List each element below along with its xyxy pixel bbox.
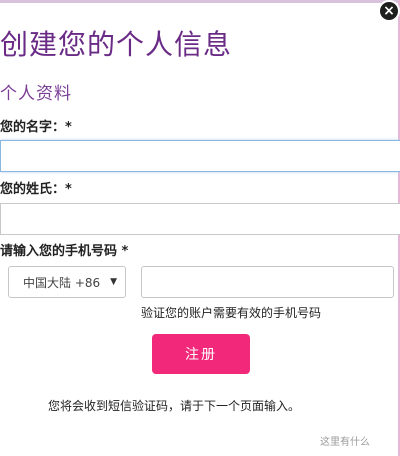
first-name-label: 您的名字：* (0, 120, 72, 135)
signup-dialog: × 创建您的个人信息 个人资料 您的名字：* 您的姓氏：* 请输入您的手机号码 … (0, 0, 400, 456)
first-name-field[interactable] (0, 140, 400, 172)
chevron-down-icon: ▼ (110, 277, 117, 287)
top-border (0, 0, 400, 3)
country-code-select[interactable]: 中国大陆 +86 ▼ (8, 266, 126, 298)
close-icon[interactable]: × (378, 0, 400, 22)
country-code-value: 中国大陆 +86 (23, 275, 101, 290)
watermark: 这里有什么 (320, 437, 370, 448)
phone-input[interactable] (141, 266, 394, 298)
dialog-title: 创建您的个人信息 (0, 28, 233, 61)
sms-note: 您将会收到短信验证码，请于下一个页面输入。 (48, 399, 301, 413)
last-name-label: 您的姓氏：* (0, 182, 72, 197)
section-title: 个人资料 (0, 84, 72, 104)
register-button[interactable]: 注册 (152, 334, 250, 374)
last-name-field[interactable] (0, 203, 400, 235)
phone-label: 请输入您的手机号码 * (0, 244, 129, 259)
phone-hint: 验证您的账户需要有效的手机号码 (141, 306, 322, 320)
